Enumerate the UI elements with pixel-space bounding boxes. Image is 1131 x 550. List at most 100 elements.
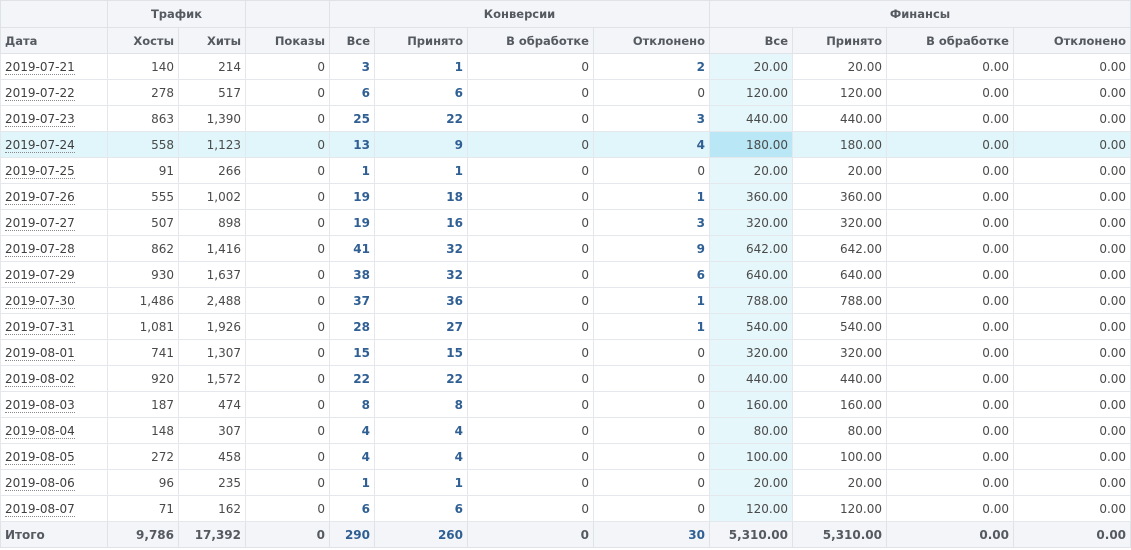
cell-conv-accepted[interactable]: 1 <box>374 469 468 496</box>
cell-conv-accepted[interactable]: 4 <box>374 417 468 444</box>
cell-hits: 307 <box>178 417 246 444</box>
cell-conv-all[interactable]: 37 <box>329 287 375 314</box>
cell-conv-rejected[interactable]: 2 <box>593 53 710 80</box>
cell-conv-accepted[interactable]: 6 <box>374 79 468 106</box>
column-header-shows[interactable]: Показы <box>245 27 330 54</box>
cell-conv-all[interactable]: 4 <box>329 443 375 470</box>
cell-conv-rejected[interactable]: 6 <box>593 261 710 288</box>
cell-conv-all[interactable]: 38 <box>329 261 375 288</box>
cell-conv-accepted[interactable]: 8 <box>374 391 468 418</box>
cell-conv-accepted[interactable]: 22 <box>374 365 468 392</box>
cell-conv-accepted[interactable]: 16 <box>374 209 468 236</box>
cell-fin-rejected: 0.00 <box>1012 313 1131 340</box>
cell-conv-accepted[interactable]: 22 <box>374 105 468 132</box>
cell-conv-rejected[interactable]: 1 <box>593 313 710 340</box>
column-header-fin-processing[interactable]: В обработке <box>886 27 1014 54</box>
date-link[interactable]: 2019-08-03 <box>5 397 75 413</box>
cell-conv-all[interactable]: 3 <box>329 53 375 80</box>
date-link[interactable]: 2019-08-04 <box>5 423 75 439</box>
cell-conv-accepted[interactable]: 36 <box>374 287 468 314</box>
column-header-conv-all[interactable]: Все <box>329 27 375 54</box>
column-header-conv-rejected[interactable]: Отклонено <box>593 27 710 54</box>
cell-date: 2019-08-05 <box>0 443 108 470</box>
column-header-hosts[interactable]: Хосты <box>107 27 179 54</box>
cell-shows: 0 <box>245 313 330 340</box>
cell-conv-accepted[interactable]: 32 <box>374 261 468 288</box>
date-link[interactable]: 2019-08-05 <box>5 449 75 465</box>
cell-fin-rejected: 0.00 <box>1012 183 1131 210</box>
cell-conv-all[interactable]: 6 <box>329 79 375 106</box>
date-link[interactable]: 2019-07-31 <box>5 319 75 335</box>
date-link[interactable]: 2019-08-01 <box>5 345 75 361</box>
date-link[interactable]: 2019-07-27 <box>5 215 75 231</box>
column-header-fin-all[interactable]: Все <box>709 27 793 54</box>
cell-conv-all[interactable]: 25 <box>329 105 375 132</box>
cell-conv-rejected: 0 <box>593 391 710 418</box>
column-header-date[interactable]: Дата <box>0 27 108 54</box>
cell-fin-all: 100.00 <box>709 443 793 470</box>
cell-conv-all[interactable]: 19 <box>329 183 375 210</box>
cell-conv-accepted[interactable]: 32 <box>374 235 468 262</box>
cell-date: 2019-08-06 <box>0 469 108 496</box>
cell-conv-processing: 0 <box>467 261 594 288</box>
cell-fin-accepted: 120.00 <box>792 79 887 106</box>
cell-fin-accepted: 540.00 <box>792 313 887 340</box>
cell-conv-accepted[interactable]: 1 <box>374 157 468 184</box>
cell-shows: 0 <box>245 105 330 132</box>
cell-conv-accepted[interactable]: 6 <box>374 495 468 522</box>
cell-conv-processing: 0 <box>467 365 594 392</box>
cell-conv-processing: 0 <box>467 105 594 132</box>
date-link[interactable]: 2019-07-25 <box>5 163 75 179</box>
column-header-hits[interactable]: Хиты <box>178 27 246 54</box>
cell-conv-accepted[interactable]: 15 <box>374 339 468 366</box>
date-link[interactable]: 2019-07-26 <box>5 189 75 205</box>
date-link[interactable]: 2019-07-29 <box>5 267 75 283</box>
cell-conv-rejected[interactable]: 3 <box>593 209 710 236</box>
column-header-conv-accepted[interactable]: Принято <box>374 27 468 54</box>
cell-hosts: 187 <box>107 391 179 418</box>
cell-conv-rejected[interactable]: 1 <box>593 287 710 314</box>
cell-conv-accepted[interactable]: 9 <box>374 131 468 158</box>
table-row: 2019-08-07 71 162 0 6 6 0 0 120.00 120.00 0.00 0.00 <box>0 495 1131 522</box>
cell-conv-rejected[interactable]: 1 <box>593 183 710 210</box>
column-header-fin-accepted[interactable]: Принято <box>792 27 887 54</box>
cell-conv-rejected[interactable]: 3 <box>593 105 710 132</box>
date-link[interactable]: 2019-07-24 <box>5 137 75 153</box>
cell-fin-all: 360.00 <box>709 183 793 210</box>
cell-conv-accepted[interactable]: 1 <box>374 53 468 80</box>
cell-conv-all[interactable]: 6 <box>329 495 375 522</box>
cell-hits: 1,307 <box>178 339 246 366</box>
date-link[interactable]: 2019-08-02 <box>5 371 75 387</box>
cell-fin-rejected: 0.00 <box>1012 235 1131 262</box>
date-link[interactable]: 2019-07-30 <box>5 293 75 309</box>
column-header-conv-processing[interactable]: В обработке <box>467 27 594 54</box>
date-link[interactable]: 2019-08-07 <box>5 501 75 517</box>
cell-conv-all[interactable]: 1 <box>329 469 375 496</box>
date-link[interactable]: 2019-07-22 <box>5 85 75 101</box>
cell-conv-all[interactable]: 19 <box>329 209 375 236</box>
cell-conv-rejected[interactable]: 9 <box>593 235 710 262</box>
cell-conv-rejected[interactable]: 4 <box>593 131 710 158</box>
date-link[interactable]: 2019-08-06 <box>5 475 75 491</box>
cell-conv-all[interactable]: 15 <box>329 339 375 366</box>
cell-conv-all[interactable]: 28 <box>329 313 375 340</box>
cell-shows: 0 <box>245 209 330 236</box>
cell-shows: 0 <box>245 495 330 522</box>
cell-hosts: 140 <box>107 53 179 80</box>
cell-conv-processing: 0 <box>467 183 594 210</box>
table-row: 2019-07-25 91 266 0 1 1 0 0 20.00 20.00 0.00 0.00 <box>0 157 1131 184</box>
cell-conv-accepted[interactable]: 4 <box>374 443 468 470</box>
group-header-blank <box>245 0 330 28</box>
cell-conv-all[interactable]: 13 <box>329 131 375 158</box>
column-header-fin-rejected[interactable]: Отклонено <box>1012 27 1131 54</box>
date-link[interactable]: 2019-07-28 <box>5 241 75 257</box>
cell-conv-all[interactable]: 41 <box>329 235 375 262</box>
cell-conv-all[interactable]: 4 <box>329 417 375 444</box>
cell-conv-accepted[interactable]: 27 <box>374 313 468 340</box>
cell-conv-all[interactable]: 22 <box>329 365 375 392</box>
cell-conv-all[interactable]: 8 <box>329 391 375 418</box>
cell-conv-accepted[interactable]: 18 <box>374 183 468 210</box>
cell-conv-all[interactable]: 1 <box>329 157 375 184</box>
date-link[interactable]: 2019-07-21 <box>5 59 75 75</box>
date-link[interactable]: 2019-07-23 <box>5 111 75 127</box>
